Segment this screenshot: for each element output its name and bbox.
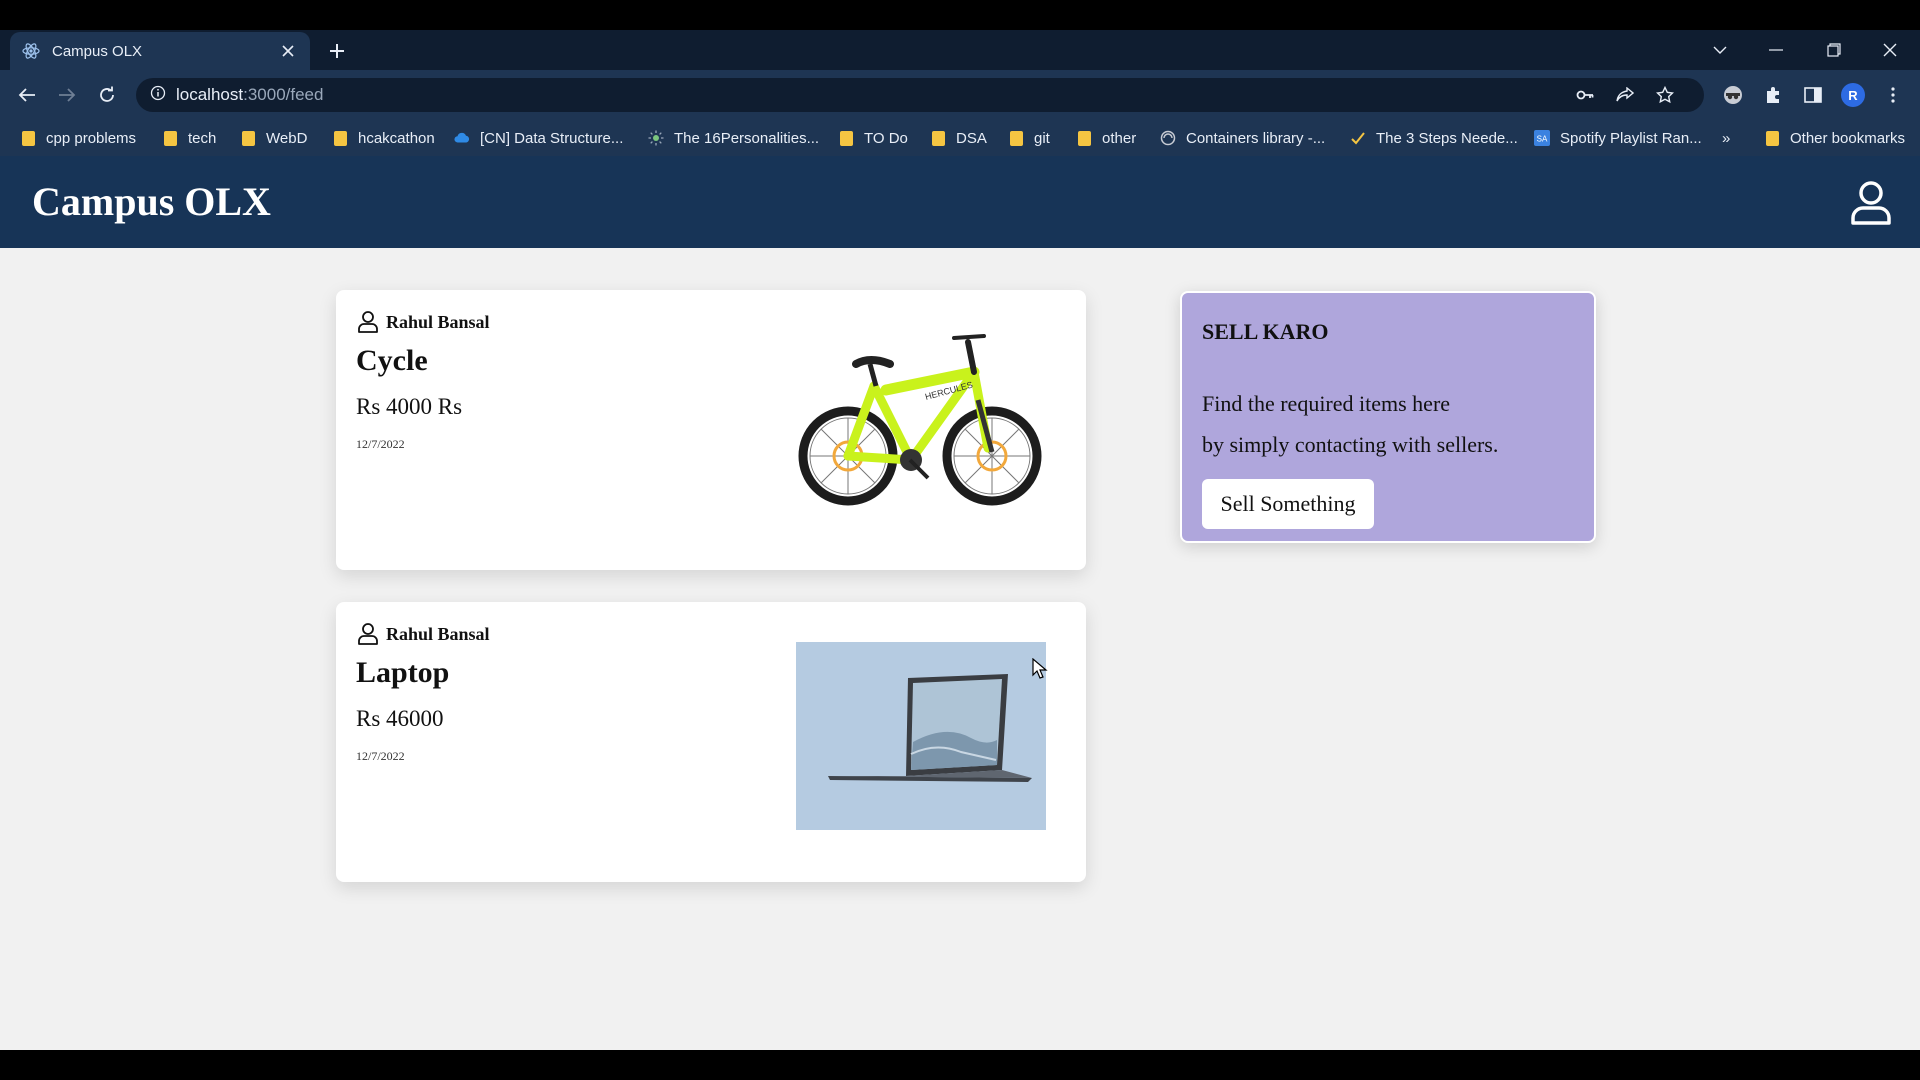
product-date: 12/7/2022 [356,749,405,763]
folder-icon [1076,130,1092,146]
user-profile-icon[interactable] [1846,178,1896,228]
seller-info: Rahul Bansal [356,310,490,334]
bookmark-git[interactable]: git [1008,120,1050,156]
url-text: localhost:3000/feed [176,85,324,104]
close-window-icon[interactable] [1862,30,1918,70]
bookmark-star-icon[interactable] [1652,82,1678,108]
extensions-puzzle-icon[interactable] [1758,80,1788,110]
seller-name: Rahul Bansal [386,623,490,644]
tab-strip: Campus OLX [0,30,1920,70]
browser-toolbar: localhost:3000/feed R [0,70,1920,120]
close-tab-icon[interactable] [278,41,298,61]
bookmark-dsa[interactable]: DSA [930,120,987,156]
seller-info: Rahul Bansal [356,622,490,646]
bookmark-tech[interactable]: tech [162,120,216,156]
site-info-icon[interactable] [150,85,166,106]
bookmark-containers-library[interactable]: Containers library -... [1160,120,1325,156]
product-date: 12/7/2022 [356,437,405,451]
minimize-icon[interactable] [1748,30,1804,70]
bookmark-16personalities[interactable]: The 16Personalities... [648,120,819,156]
bookmark-3-steps[interactable]: The 3 Steps Neede... [1350,120,1518,156]
check-icon [1350,130,1366,146]
bookmark-spotify-playlist[interactable]: SA Spotify Playlist Ran... [1534,120,1702,156]
svg-text:SA: SA [1537,135,1548,144]
bookmarks-overflow-button[interactable]: » [1722,120,1730,156]
product-card-laptop[interactable]: Rahul Bansal Laptop Rs 46000 12/7/2022 [336,602,1086,882]
product-price: Rs 4000 Rs [356,394,463,419]
react-favicon-icon [22,42,40,60]
globe-icon [1160,130,1176,146]
bookmark-hcakcathon[interactable]: hcakcathon [332,120,435,156]
browser-tab-active[interactable]: Campus OLX [10,32,310,70]
product-card-cycle[interactable]: Rahul Bansal Cycle Rs 4000 Rs 12/7/2022 [336,290,1086,570]
extension-incognito-icon[interactable] [1718,80,1748,110]
laptop-image [796,642,1046,830]
folder-icon [838,130,854,146]
sa-icon: SA [1534,130,1550,146]
folder-icon [930,130,946,146]
seller-name: Rahul Bansal [386,311,490,332]
folder-icon [162,130,178,146]
screen-bottom-bar [0,1050,1920,1080]
folder-icon [332,130,348,146]
menu-kebab-icon[interactable] [1878,80,1908,110]
sell-panel-title: SELL KARO [1202,319,1329,344]
share-icon[interactable] [1612,82,1638,108]
side-panel-icon[interactable] [1798,80,1828,110]
user-icon [356,310,380,334]
back-icon[interactable] [12,80,42,110]
product-price: Rs 46000 [356,706,444,731]
bookmark-to-do[interactable]: TO Do [838,120,908,156]
folder-icon [240,130,256,146]
bookmark-webd[interactable]: WebD [240,120,307,156]
key-icon[interactable] [1572,82,1598,108]
sell-karo-panel: SELL KARO Find the required items here b… [1180,291,1596,543]
bookmarks-bar: cpp problems tech WebD hcakcathon [CN] D… [0,120,1920,156]
folder-icon [1008,130,1024,146]
sell-panel-description: Find the required items here by simply c… [1202,391,1499,457]
bookmark-other-bookmarks[interactable]: Other bookmarks [1764,120,1905,156]
tab-title: Campus OLX [52,42,143,60]
profile-avatar-chrome[interactable]: R [1838,80,1868,110]
sun-icon [648,130,664,146]
tab-search-chevron-icon[interactable] [1692,30,1748,70]
bookmark-other[interactable]: other [1076,120,1136,156]
restore-icon[interactable] [1806,30,1862,70]
product-title: Cycle [356,344,428,377]
app-header: Campus OLX [0,156,1920,248]
cloud-icon [454,130,470,146]
forward-icon[interactable] [52,80,82,110]
bookmark-cn-data-structure[interactable]: [CN] Data Structure... [454,120,623,156]
new-tab-button[interactable] [324,38,350,64]
page-viewport: Campus OLX Rahul Bansal Cycle Rs 4000 Rs… [0,156,1920,1050]
user-icon [356,622,380,646]
folder-icon [1764,130,1780,146]
screen-top-bar [0,0,1920,30]
folder-icon [20,130,36,146]
brand-title[interactable]: Campus OLX [32,178,271,225]
mouse-cursor-icon [1032,657,1048,680]
address-bar[interactable]: localhost:3000/feed [136,78,1704,112]
product-title: Laptop [356,656,450,689]
bookmark-cpp-problems[interactable]: cpp problems [20,120,136,156]
bicycle-image: HERCULES [796,328,1046,518]
reload-icon[interactable] [92,80,122,110]
sell-something-button[interactable]: Sell Something [1202,479,1374,529]
